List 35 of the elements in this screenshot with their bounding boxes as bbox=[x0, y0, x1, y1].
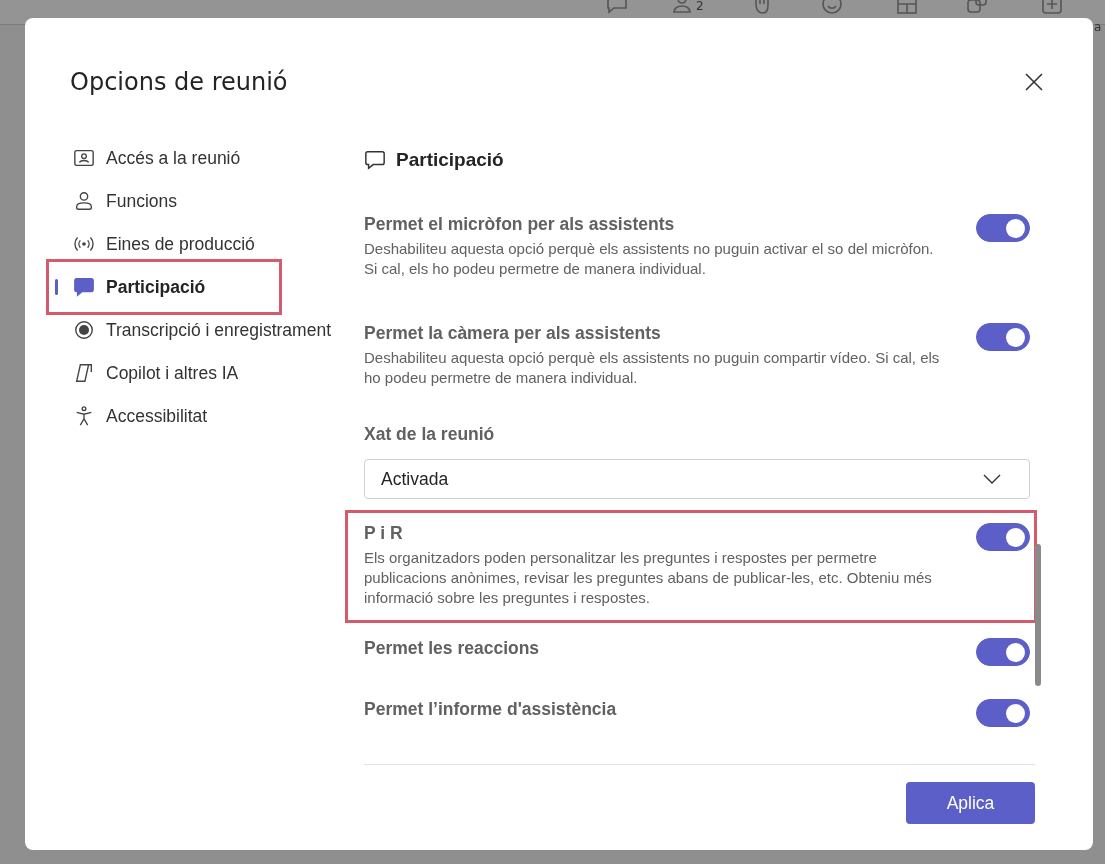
sidebar-item[interactable]: Copilot i altres IA bbox=[55, 354, 239, 392]
toggle-switch[interactable] bbox=[976, 323, 1030, 351]
close-icon[interactable] bbox=[1025, 73, 1043, 91]
setting-description: Els organitzadors poden personalitzar les preguntes i respostes per permetre publicacions anònimes, revisar les preguntes abans de publicar-les, etc. Obteniu més informació sobre les preguntes i respostes. bbox=[364, 548, 933, 608]
toolbar-label: a bbox=[1094, 20, 1102, 34]
apply-button[interactable]: Aplica bbox=[906, 782, 1035, 824]
sidebar-item[interactable]: Accessibilitat bbox=[55, 397, 208, 435]
sidebar-item[interactable]: Transcripció i enregistrament bbox=[55, 311, 331, 349]
setting-title: Permet la càmera per als assistents bbox=[364, 323, 662, 344]
setting-description: Deshabiliteu aquesta opció perquè els assistents no puguin compartir vídeo. Si cal, els ho podeu permetre de manera individual. bbox=[364, 348, 941, 388]
setting-description: Deshabiliteu aquesta opció perquè els assistents no puguin activar el so del micròfon. Si cal, els ho podeu permetre de manera individual. bbox=[364, 239, 935, 279]
setting-title: P i R bbox=[364, 523, 404, 544]
scrollbar[interactable] bbox=[1035, 544, 1041, 686]
setting-title: Permet l’informe d'assistència bbox=[364, 699, 617, 720]
record-icon bbox=[73, 319, 95, 341]
chevron-down-icon bbox=[983, 474, 1001, 484]
dropdown[interactable]: Activada bbox=[364, 459, 1030, 499]
setting-title: Xat de la reunió bbox=[364, 424, 496, 445]
participant-count: 2 bbox=[696, 0, 704, 13]
setting-title: Permet el micròfon per als assistents bbox=[364, 214, 676, 235]
toggle-switch[interactable] bbox=[976, 638, 1030, 666]
sidebar-item[interactable]: Accés a la reunió bbox=[55, 139, 241, 177]
sidebar-item[interactable]: Funcions bbox=[55, 182, 177, 220]
chat-icon bbox=[73, 276, 95, 298]
section-title: Participació bbox=[396, 149, 504, 171]
sidebar-item[interactable]: Participació bbox=[55, 268, 273, 306]
person-icon bbox=[73, 190, 95, 212]
toggle-switch[interactable] bbox=[976, 214, 1030, 242]
toggle-switch[interactable] bbox=[976, 699, 1030, 727]
id-card-icon bbox=[73, 147, 95, 169]
toggle-switch[interactable] bbox=[976, 523, 1030, 551]
dialog-title: Opcions de reunió bbox=[70, 68, 288, 96]
setting-title: Permet les reaccions bbox=[364, 638, 540, 659]
sidebar-item[interactable]: Eines de producció bbox=[55, 225, 255, 263]
chat-icon bbox=[364, 149, 386, 171]
